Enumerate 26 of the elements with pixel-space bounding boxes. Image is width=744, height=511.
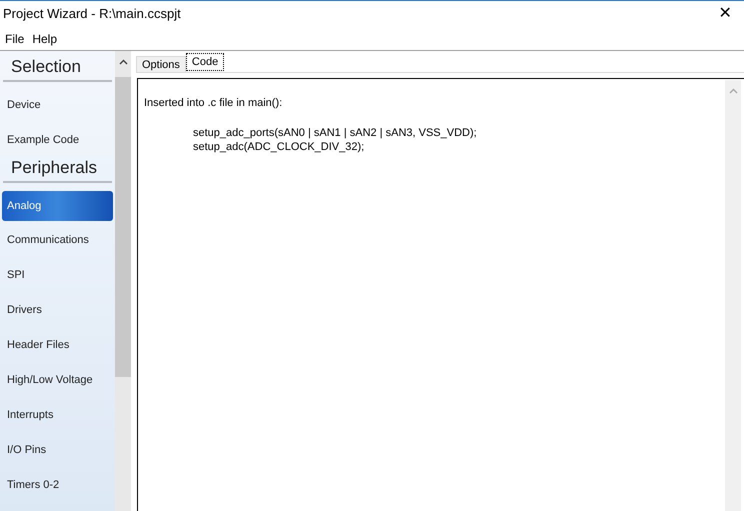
sidebar-item[interactable]: Device — [0, 88, 115, 123]
section-heading: Peripherals — [3, 158, 112, 183]
tab[interactable]: Code — [186, 53, 224, 71]
sidebar-item[interactable]: Header Files — [0, 328, 115, 363]
tab[interactable]: Options — [136, 56, 186, 72]
sidebar-item[interactable]: Drivers — [0, 293, 115, 328]
code-intro-text: Inserted into .c file in main(): — [144, 96, 284, 111]
section-heading: Selection — [3, 57, 112, 82]
sidebar-item[interactable]: Interrupts — [0, 398, 115, 433]
close-button[interactable]: ✕ — [710, 2, 740, 26]
sidebar-item[interactable]: Example Code — [0, 123, 115, 158]
code-line: setup_adc_ports(sAN0 | sAN1 | sAN2 | sAN3, VSS_VDD); — [193, 126, 478, 140]
sidebar-item[interactable]: I/O Pins — [0, 433, 115, 468]
code-line: setup_adc(ADC_CLOCK_DIV_32); — [193, 140, 366, 154]
sidebar-item[interactable]: High/Low Voltage — [0, 363, 115, 398]
sidebar-item[interactable]: SPI — [0, 258, 115, 293]
sidebar-item[interactable]: Analog — [2, 191, 113, 221]
code-scrollbar[interactable] — [725, 80, 741, 511]
scroll-up-icon[interactable] — [118, 59, 128, 65]
scrollbar-thumb[interactable] — [115, 77, 131, 377]
menu-item[interactable]: File — [5, 30, 24, 48]
sidebar-item[interactable]: Timers 0-2 — [0, 468, 115, 503]
window-title: Project Wizard - R:\main.ccspjt — [3, 5, 181, 24]
scrollbar[interactable] — [115, 51, 131, 511]
sidebar-item[interactable]: Communications — [0, 223, 115, 258]
menu-item[interactable]: Help — [32, 30, 58, 48]
